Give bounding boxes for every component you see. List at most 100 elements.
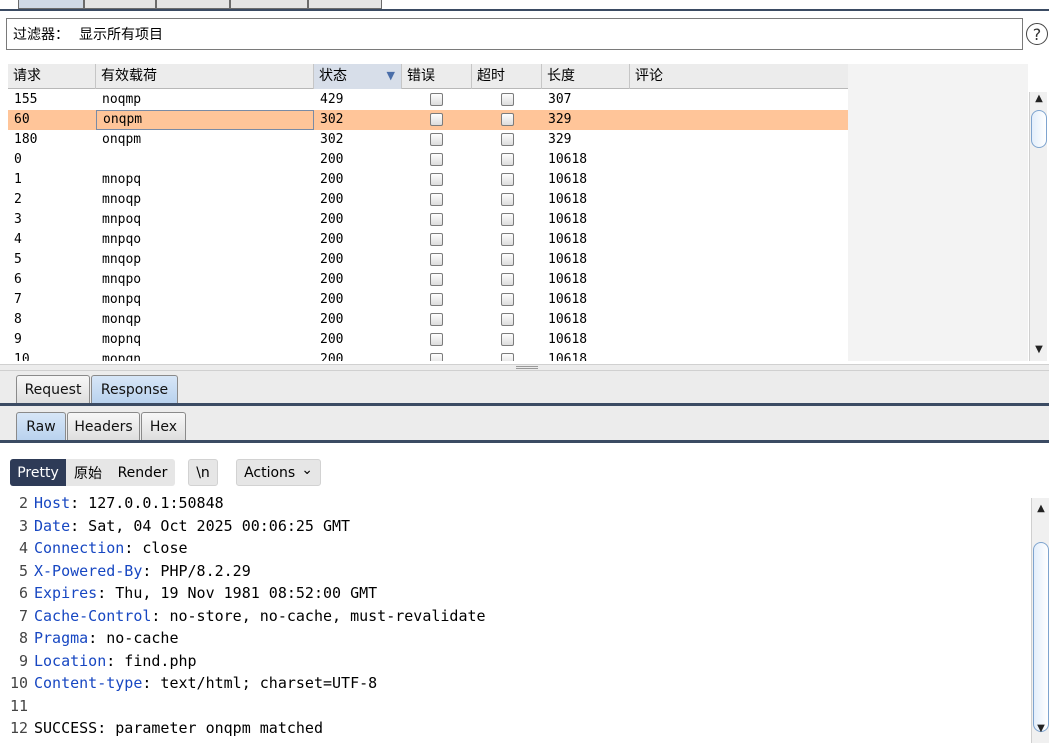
error-checkbox[interactable] (430, 113, 443, 126)
render-button[interactable]: Render (110, 459, 175, 486)
help-button[interactable]: ? (1026, 23, 1048, 45)
column-error[interactable]: 错误 (402, 64, 472, 89)
table-row[interactable]: 10 mopqn 200 10618 (8, 350, 848, 361)
newline-toggle[interactable]: \n (188, 459, 218, 486)
timeout-checkbox[interactable] (501, 153, 514, 166)
actions-button[interactable]: Actions ⌄ (236, 459, 321, 486)
column-status[interactable]: 状态 ▼ (314, 64, 402, 89)
cell-status: 200 (320, 272, 344, 287)
line-content: Content-type: text/html; charset=UTF-8 (34, 672, 377, 694)
line-content: X-Powered-By: PHP/8.2.29 (34, 560, 251, 582)
table-row[interactable]: 5 mnqop 200 10618 (8, 250, 848, 270)
table-row[interactable]: 8 monqp 200 10618 (8, 310, 848, 330)
header-value: : PHP/8.2.29 (142, 561, 251, 580)
header-value: : 127.0.0.1:50848 (70, 494, 224, 512)
header-key: Pragma (34, 629, 89, 647)
table-row[interactable]: 9 mopnq 200 10618 (8, 330, 848, 350)
filter-bar[interactable]: 过滤器： 显示所有项目 (6, 18, 1023, 50)
timeout-checkbox[interactable] (501, 293, 514, 306)
error-checkbox[interactable] (430, 233, 443, 246)
error-checkbox[interactable] (430, 293, 443, 306)
tab-response[interactable]: Response (91, 375, 178, 403)
header-value: : Thu, 19 Nov 1981 08:52:00 GMT (97, 584, 378, 602)
cell-payload: mnpqo (102, 232, 142, 247)
timeout-checkbox[interactable] (501, 173, 514, 186)
cell-payload: monqp (102, 312, 142, 327)
column-payload[interactable]: 有效载荷 (96, 64, 314, 89)
error-checkbox[interactable] (430, 353, 443, 361)
error-checkbox[interactable] (430, 173, 443, 186)
editor-scroll-up-icon[interactable]: ▲ (1032, 502, 1049, 516)
cell-status: 200 (320, 232, 344, 247)
timeout-checkbox[interactable] (501, 273, 514, 286)
table-row[interactable]: 155 noqmp 429 307 (8, 90, 848, 110)
table-scrollbar[interactable]: ▲ ▼ (1029, 92, 1047, 361)
raw-view-button[interactable]: 原始 (66, 459, 110, 486)
table-row[interactable]: 0 200 10618 (8, 150, 848, 170)
table-row[interactable]: 60 onqpm 302 329 (8, 110, 848, 130)
top-tab-3[interactable] (156, 0, 230, 9)
cell-status: 200 (320, 292, 344, 307)
tab-headers[interactable]: Headers (67, 412, 140, 440)
column-timeout[interactable]: 超时 (472, 64, 542, 89)
line-number: 9 (18, 651, 28, 670)
table-row[interactable]: 6 mnqpo 200 10618 (8, 270, 848, 290)
error-checkbox[interactable] (430, 333, 443, 346)
table-row[interactable]: 7 monpq 200 10618 (8, 290, 848, 310)
error-checkbox[interactable] (430, 253, 443, 266)
chevron-down-icon: ⌄ (301, 461, 313, 478)
column-comment[interactable]: 评论 (630, 64, 848, 89)
cell-request: 5 (14, 252, 22, 267)
error-checkbox[interactable] (430, 273, 443, 286)
column-length[interactable]: 长度 (542, 64, 630, 89)
tab-raw[interactable]: Raw (16, 412, 66, 440)
cell-payload: mopqn (102, 352, 142, 361)
tab-request[interactable]: Request (16, 375, 90, 403)
timeout-checkbox[interactable] (501, 93, 514, 106)
header-key: X-Powered-By (34, 561, 143, 580)
tab-hex[interactable]: Hex (141, 412, 186, 440)
table-row[interactable]: 4 mnpqo 200 10618 (8, 230, 848, 250)
error-checkbox[interactable] (430, 213, 443, 226)
timeout-checkbox[interactable] (501, 313, 514, 326)
cell-request: 3 (14, 212, 22, 227)
top-tab-1[interactable] (18, 0, 84, 9)
timeout-checkbox[interactable] (501, 253, 514, 266)
error-checkbox[interactable] (430, 193, 443, 206)
timeout-checkbox[interactable] (501, 333, 514, 346)
cell-length: 10618 (548, 272, 588, 287)
scroll-thumb[interactable] (1031, 110, 1047, 148)
error-checkbox[interactable] (430, 93, 443, 106)
editor-scrollbar[interactable]: ▲ ▼ (1031, 498, 1049, 743)
editor-scroll-down-icon[interactable]: ▼ (1032, 722, 1049, 736)
scroll-down-icon[interactable]: ▼ (1030, 343, 1048, 357)
editor-scroll-thumb[interactable] (1033, 542, 1049, 732)
timeout-checkbox[interactable] (501, 233, 514, 246)
table-row[interactable]: 1 mnopq 200 10618 (8, 170, 848, 190)
timeout-checkbox[interactable] (501, 113, 514, 126)
line-content: SUCCESS: parameter onqpm matched (34, 717, 323, 739)
timeout-checkbox[interactable] (501, 133, 514, 146)
top-tab-4[interactable] (230, 0, 308, 9)
error-checkbox[interactable] (430, 153, 443, 166)
filter-label: 过滤器： (13, 27, 69, 43)
table-row[interactable]: 180 onqpm 302 329 (8, 130, 848, 150)
top-tab-2[interactable] (84, 0, 156, 9)
response-editor[interactable]: 2 Host: 127.0.0.1:50848 3 Date: Sat, 04 Oct… (8, 494, 1032, 743)
column-request[interactable]: 请求 (8, 64, 96, 89)
error-checkbox[interactable] (430, 313, 443, 326)
timeout-checkbox[interactable] (501, 353, 514, 361)
pretty-button[interactable]: Pretty (10, 459, 66, 486)
error-checkbox[interactable] (430, 133, 443, 146)
top-tab-5[interactable] (308, 0, 382, 9)
table-row[interactable]: 2 mnoqp 200 10618 (8, 190, 848, 210)
scroll-up-icon[interactable]: ▲ (1030, 92, 1048, 106)
table-row[interactable]: 3 mnpoq 200 10618 (8, 210, 848, 230)
header-key: Content-type (34, 674, 143, 692)
line-number: 3 (18, 516, 28, 535)
line-number: 4 (18, 539, 28, 557)
timeout-checkbox[interactable] (501, 193, 514, 206)
timeout-checkbox[interactable] (501, 213, 514, 226)
cell-length: 10618 (548, 332, 588, 347)
grip-icon[interactable] (516, 366, 538, 369)
